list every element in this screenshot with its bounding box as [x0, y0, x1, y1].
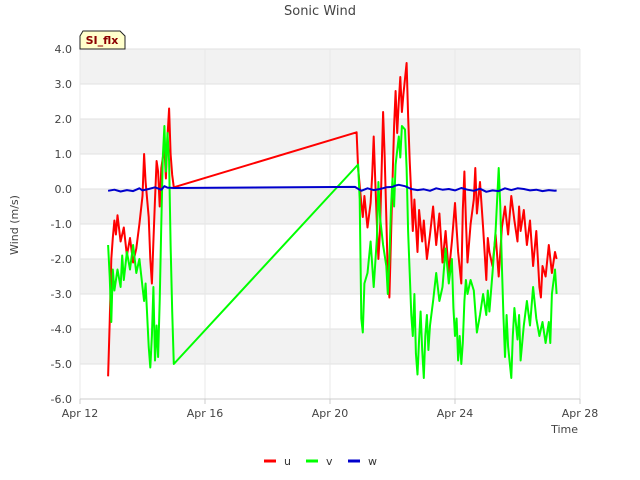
x-tick-label: Apr 16	[187, 407, 224, 420]
chart-title: Sonic Wind	[284, 4, 356, 19]
y-tick-label: -3.0	[51, 288, 72, 301]
y-tick-label: -1.0	[51, 218, 72, 231]
legend-label-u: u	[284, 455, 291, 468]
y-tick-label: 0.0	[55, 183, 73, 196]
sonic-wind-chart: Sonic Wind -6.0 -5.0 -4.0 -3.0 -2.0 -1.0 0.0 1.…	[8, 4, 599, 468]
y-tick-label: 3.0	[55, 78, 73, 91]
legend-label-w: w	[368, 455, 377, 468]
y-tick-label: 1.0	[55, 148, 73, 161]
y-tick-label: -2.0	[51, 253, 72, 266]
x-tick-label: Apr 12	[62, 407, 99, 420]
y-tick-label: 4.0	[55, 43, 73, 56]
y-tick-label: -5.0	[51, 358, 72, 371]
x-tick-label: Apr 20	[312, 407, 349, 420]
legend-label-v: v	[326, 455, 333, 468]
x-axis-ticks: Apr 12 Apr 16 Apr 20 Apr 24 Apr 28	[62, 399, 599, 420]
y-axis-ticks: -6.0 -5.0 -4.0 -3.0 -2.0 -1.0 0.0 1.0 2.0 3.0 4.0	[51, 43, 72, 406]
legend: u v w	[264, 455, 377, 468]
y-tick-label: -6.0	[51, 393, 72, 406]
tag-badge: SI_flx	[79, 30, 126, 50]
y-tick-label: -4.0	[51, 323, 72, 336]
tag-badge-label: SI_flx	[86, 34, 119, 47]
y-axis-label: Wind (m/s)	[8, 195, 21, 255]
x-tick-label: Apr 28	[562, 407, 599, 420]
x-axis-label: Time	[550, 423, 578, 436]
y-tick-label: 2.0	[55, 113, 73, 126]
x-tick-label: Apr 24	[437, 407, 474, 420]
